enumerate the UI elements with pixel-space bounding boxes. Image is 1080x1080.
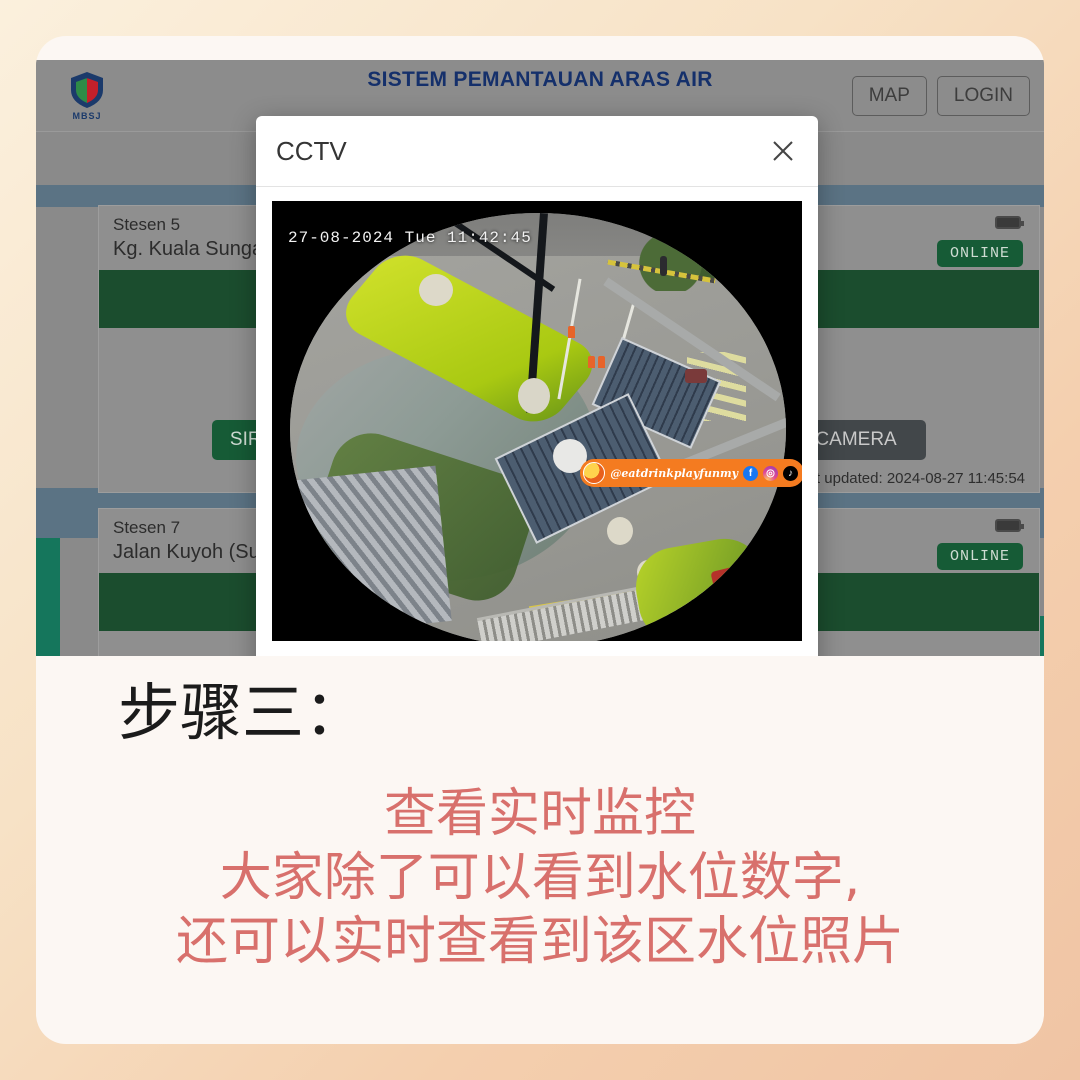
- step-title: 步骤三：: [118, 676, 367, 749]
- header-button-group: MAP LOGIN: [851, 76, 1030, 116]
- close-icon[interactable]: [766, 134, 800, 168]
- facebook-glyph: f: [748, 467, 753, 479]
- cctv-modal-body: 27-08-2024 Tue 11:42:45 @eatdrinkplayfun…: [256, 187, 818, 641]
- tiktok-glyph: ♪: [788, 467, 793, 479]
- cctv-timestamp: 27-08-2024 Tue 11:42:45: [288, 229, 532, 247]
- caption-block: 步骤三： 查看实时监控 大家除了可以看到水位数字, 还可以实时查看到该区水位照片: [36, 672, 1044, 974]
- status-badge: ONLINE: [936, 543, 1023, 570]
- map-button[interactable]: MAP: [851, 76, 927, 116]
- caption-line-2: 大家除了可以看到水位数字,: [219, 848, 861, 908]
- mbsj-logo-text: MBSJ: [72, 111, 102, 121]
- map-strip-left: [36, 538, 60, 656]
- instagram-glyph: ◎: [766, 467, 775, 479]
- watermark-badge: @eatdrinkplayfunmy f ◎ ♪: [580, 459, 802, 487]
- battery-icon: [995, 519, 1024, 532]
- app-screenshot: MBSJ SISTEM PEMANTAUAN ARAS AIR MAP LOGI…: [36, 60, 1044, 656]
- poster-card: MBSJ SISTEM PEMANTAUAN ARAS AIR MAP LOGI…: [36, 36, 1044, 1044]
- tiktok-icon: ♪: [783, 465, 798, 481]
- caption-line-1: 查看实时监控: [383, 784, 696, 844]
- close-x-glyph: [773, 141, 793, 161]
- facebook-icon: f: [743, 465, 758, 481]
- login-button[interactable]: LOGIN: [936, 76, 1030, 116]
- cctv-modal: CCTV 27-08-2024 Tue 11:42:45 @eatdrinkpl…: [256, 116, 818, 656]
- watermark-handle: @eatdrinkplayfunmy: [610, 466, 738, 480]
- caption-text: 查看实时监控 大家除了可以看到水位数字, 还可以实时查看到该区水位照片: [36, 782, 1044, 974]
- watermark-logo-icon: [583, 462, 606, 484]
- cctv-modal-title: CCTV: [276, 135, 347, 166]
- cctv-video-frame[interactable]: 27-08-2024 Tue 11:42:45 @eatdrinkplayfun…: [272, 201, 802, 641]
- cctv-modal-header: CCTV: [256, 116, 818, 187]
- battery-icon: [995, 216, 1024, 229]
- cctv-fisheye-image: [290, 213, 786, 641]
- caption-line-3: 还可以实时查看到该区水位照片: [175, 912, 904, 972]
- last-updated-text: Last updated: 2024-08-27 11:45:54: [791, 470, 1025, 487]
- instagram-icon: ◎: [763, 465, 778, 481]
- status-badge: ONLINE: [936, 240, 1023, 267]
